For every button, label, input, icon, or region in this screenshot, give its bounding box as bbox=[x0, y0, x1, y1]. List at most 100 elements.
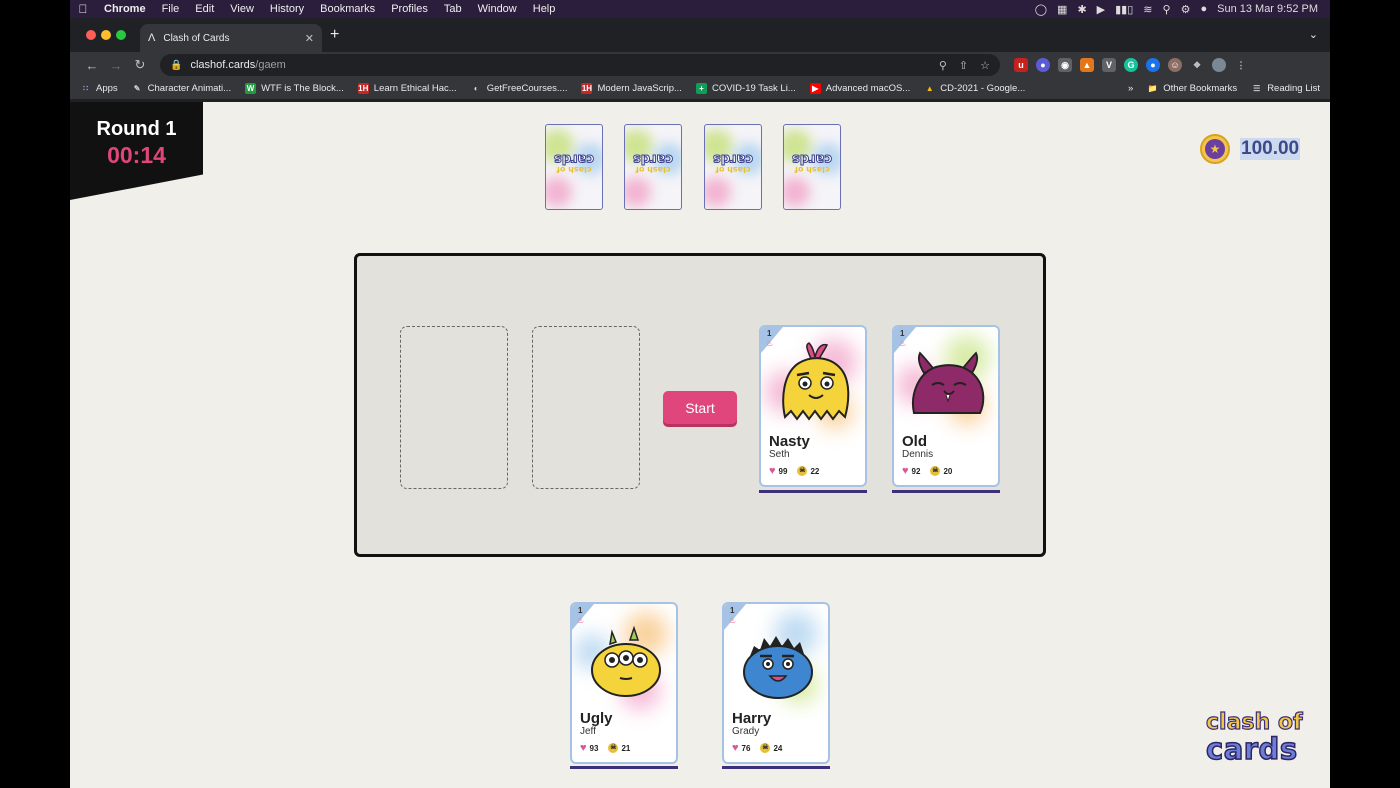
avatar-extension-icon[interactable]: ☺ bbox=[1168, 58, 1182, 72]
more-bookmarks-icon[interactable]: » bbox=[1128, 83, 1133, 94]
metamask-extension-icon[interactable]: ▲ bbox=[1080, 58, 1094, 72]
bookmark-character-animation[interactable]: ✎ Character Animati... bbox=[132, 83, 231, 94]
attack-value: 20 bbox=[943, 466, 953, 476]
bookmark-getfreecourses[interactable]: ◐ GetFreeCourses.... bbox=[471, 83, 568, 94]
zoom-icon[interactable]: ⚲ bbox=[939, 59, 947, 72]
skull-icon: ☠ bbox=[608, 743, 619, 753]
monster-surname: Dennis bbox=[902, 449, 934, 460]
share-icon[interactable]: ⇧ bbox=[959, 59, 968, 72]
media-icon[interactable]: ▶ bbox=[1097, 3, 1105, 16]
round-timer: 00:14 bbox=[107, 142, 166, 168]
menu-view[interactable]: View bbox=[222, 0, 262, 18]
monster-name: Nasty bbox=[769, 433, 810, 450]
forward-icon[interactable]: → bbox=[104, 58, 128, 73]
card-stats: ♥ 76 ☠ 24 bbox=[732, 742, 782, 754]
reading-list[interactable]: ☰ Reading List bbox=[1251, 83, 1320, 94]
monster-surname: Grady bbox=[732, 726, 760, 737]
new-tab-icon[interactable]: + bbox=[330, 26, 339, 44]
bookmark-label: WTF is The Block... bbox=[261, 83, 344, 94]
bookmark-label: Learn Ethical Hac... bbox=[373, 83, 457, 94]
start-button[interactable]: Start bbox=[663, 391, 737, 424]
folder-icon: 📁 bbox=[1147, 84, 1158, 93]
grammarly-extension-icon[interactable]: G bbox=[1124, 58, 1138, 72]
bookmark-label: GetFreeCourses.... bbox=[486, 83, 568, 94]
bookmark-modern-js[interactable]: 1H Modern JavaScrip... bbox=[581, 83, 682, 94]
heart-icon: ♥ bbox=[902, 465, 909, 477]
zoom-window-button[interactable] bbox=[116, 30, 126, 40]
more-menu-icon[interactable]: ⋮ bbox=[1234, 58, 1248, 72]
deck-card-back-text: clash of cards bbox=[705, 151, 761, 175]
bookmark-apps[interactable]: ∷ Apps bbox=[80, 83, 118, 94]
puzzle-extensions-icon[interactable]: ❖ bbox=[1190, 58, 1204, 72]
vpn-icon[interactable]: ◯ bbox=[1035, 3, 1047, 16]
back-icon[interactable]: ← bbox=[80, 58, 104, 73]
apple-icon[interactable]:  bbox=[70, 2, 96, 16]
menu-window[interactable]: Window bbox=[470, 0, 525, 18]
bookmark-label: Modern JavaScrip... bbox=[597, 83, 682, 94]
control-center-icon[interactable]: ⚙ bbox=[1181, 3, 1191, 16]
address-bar[interactable]: 🔒 clashof.cards/gaem ⚲ ⇧ ☆ bbox=[160, 54, 1000, 76]
status-area: ◯ ▦ ✱ ▶ ▮▮▯ ≋ ⚲ ⚙ ● Sun 13 Mar 9:52 PM bbox=[1035, 3, 1330, 16]
hand-card-ugly[interactable]: 1 ♨ Ugly Jeff ♥ 93 ☠ 21 bbox=[570, 602, 678, 764]
level-number: 1 bbox=[767, 329, 772, 338]
deck-card-back-text: clash of cards bbox=[546, 151, 602, 175]
menu-file[interactable]: File bbox=[154, 0, 188, 18]
minimize-window-button[interactable] bbox=[101, 30, 111, 40]
tab-search-chevron-icon[interactable]: ⌄ bbox=[1309, 28, 1318, 41]
monster-surname: Jeff bbox=[580, 726, 596, 737]
wifi-icon[interactable]: ≋ bbox=[1143, 3, 1152, 16]
menu-bookmarks[interactable]: Bookmarks bbox=[312, 0, 383, 18]
bookmark-wtf-blockchain[interactable]: W WTF is The Block... bbox=[245, 83, 344, 94]
window-grid-icon[interactable]: ▦ bbox=[1057, 3, 1067, 16]
menu-tab[interactable]: Tab bbox=[436, 0, 470, 18]
health-value: 76 bbox=[741, 743, 751, 753]
camera-extension-icon[interactable]: ◉ bbox=[1058, 58, 1072, 72]
v-extension-icon[interactable]: V bbox=[1102, 58, 1116, 72]
other-bookmarks[interactable]: 📁 Other Bookmarks bbox=[1147, 83, 1237, 94]
deck-glow bbox=[784, 177, 810, 207]
extension-icon-2[interactable]: ● bbox=[1146, 58, 1160, 72]
hand-card-harry[interactable]: 1 ♨ Harry Grady ♥ 76 ☠ 24 bbox=[722, 602, 830, 764]
menu-app-name[interactable]: Chrome bbox=[96, 0, 154, 18]
close-window-button[interactable] bbox=[86, 30, 96, 40]
deck-glow bbox=[625, 177, 651, 207]
reload-icon[interactable]: ↻ bbox=[128, 57, 152, 73]
ublock-extension-icon[interactable]: u bbox=[1014, 58, 1028, 72]
bookmark-advanced-macos[interactable]: ▶ Advanced macOS... bbox=[809, 83, 910, 94]
empty-card-slot[interactable] bbox=[532, 326, 640, 489]
profile-avatar[interactable] bbox=[1212, 58, 1226, 72]
monster-blue-spiky-icon bbox=[743, 636, 813, 699]
tab-clash-of-cards[interactable]: Λ Clash of Cards ✕ bbox=[140, 24, 322, 52]
skull-icon: ☠ bbox=[930, 466, 941, 476]
opponent-card-nasty[interactable]: 1 ♨ Nasty Seth ♥ 99 ☠ 22 bbox=[759, 325, 867, 487]
bookmark-label: Character Animati... bbox=[147, 83, 232, 94]
empty-card-slot[interactable] bbox=[400, 326, 508, 489]
bluetooth-icon[interactable]: ✱ bbox=[1077, 3, 1086, 16]
opponent-card-old[interactable]: 1 ♨ Old Dennis ♥ 92 ☠ 20 bbox=[892, 325, 1000, 487]
level-number: 1 bbox=[578, 606, 583, 615]
menu-history[interactable]: History bbox=[262, 0, 312, 18]
menu-help[interactable]: Help bbox=[525, 0, 564, 18]
bookmark-star-icon[interactable]: ☆ bbox=[980, 59, 990, 72]
clock[interactable]: Sun 13 Mar 9:52 PM bbox=[1217, 3, 1318, 15]
lock-icon[interactable]: 🔒 bbox=[170, 60, 182, 71]
extensions-bar: u ● ◉ ▲ V G ● ☺ ❖ ⋮ bbox=[1014, 58, 1248, 72]
menu-edit[interactable]: Edit bbox=[187, 0, 222, 18]
url-path: /gaem bbox=[255, 59, 286, 71]
coin-balance-display: ★ 100.00 bbox=[1200, 134, 1301, 164]
attack-value: 24 bbox=[773, 743, 783, 753]
opponent-deck-card: clash of cards bbox=[783, 124, 841, 210]
bookmark-cd-2021[interactable]: ▲ CD-2021 - Google... bbox=[924, 83, 1025, 94]
bookmark-covid-tasks[interactable]: + COVID-19 Task Li... bbox=[695, 83, 796, 94]
close-tab-icon[interactable]: ✕ bbox=[305, 32, 314, 45]
site-icon: W bbox=[245, 83, 257, 94]
deck-glow bbox=[546, 177, 572, 207]
bookmark-ethical-hacking[interactable]: 1H Learn Ethical Hac... bbox=[357, 83, 457, 94]
menu-profiles[interactable]: Profiles bbox=[383, 0, 436, 18]
level-number: 1 bbox=[900, 329, 905, 338]
search-icon[interactable]: ⚲ bbox=[1163, 3, 1171, 16]
extension-icon[interactable]: ● bbox=[1036, 58, 1050, 72]
card-stats: ♥ 93 ☠ 21 bbox=[580, 742, 630, 754]
battery-icon[interactable]: ▮▮▯ bbox=[1115, 3, 1133, 16]
siri-icon[interactable]: ● bbox=[1200, 3, 1207, 15]
